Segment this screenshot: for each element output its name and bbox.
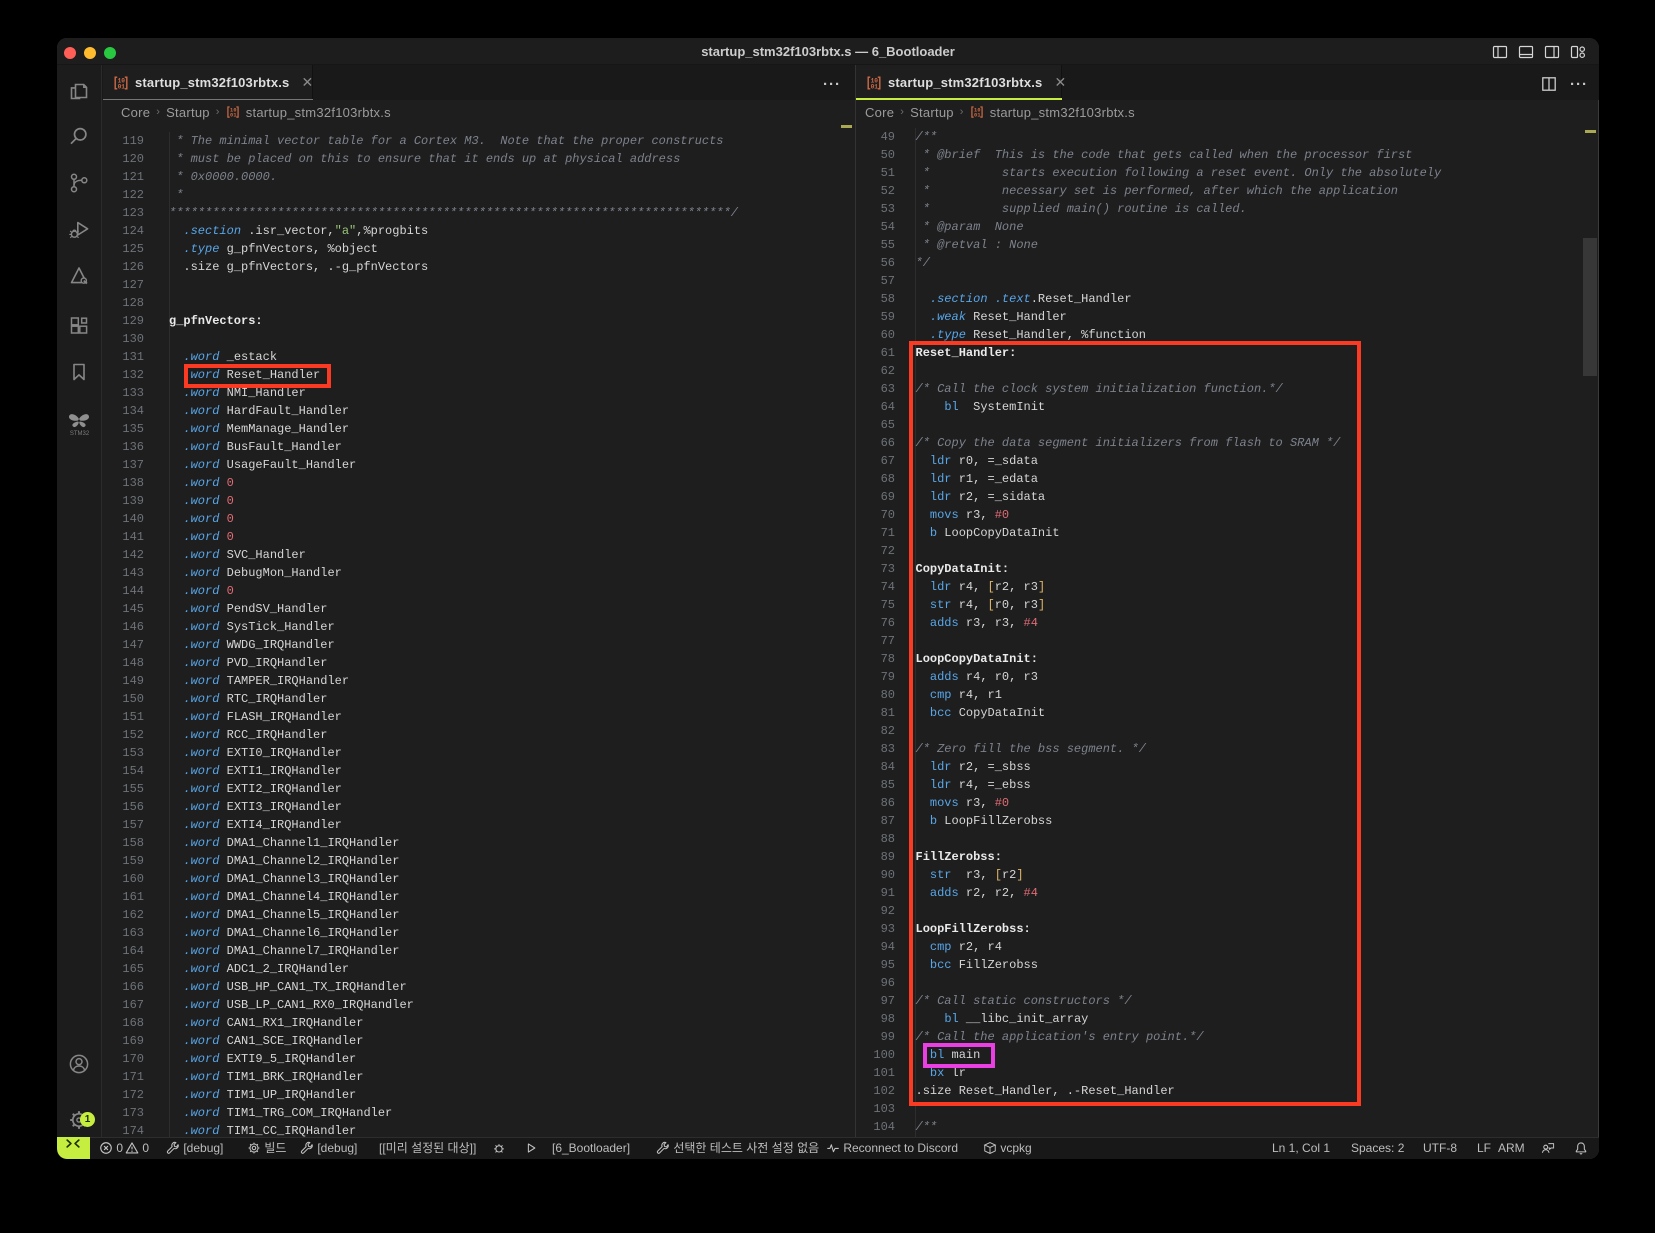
svg-text:01: 01 — [118, 83, 126, 90]
svg-text:01: 01 — [871, 83, 879, 90]
svg-text:01: 01 — [974, 113, 981, 119]
svg-text:01: 01 — [230, 113, 237, 119]
